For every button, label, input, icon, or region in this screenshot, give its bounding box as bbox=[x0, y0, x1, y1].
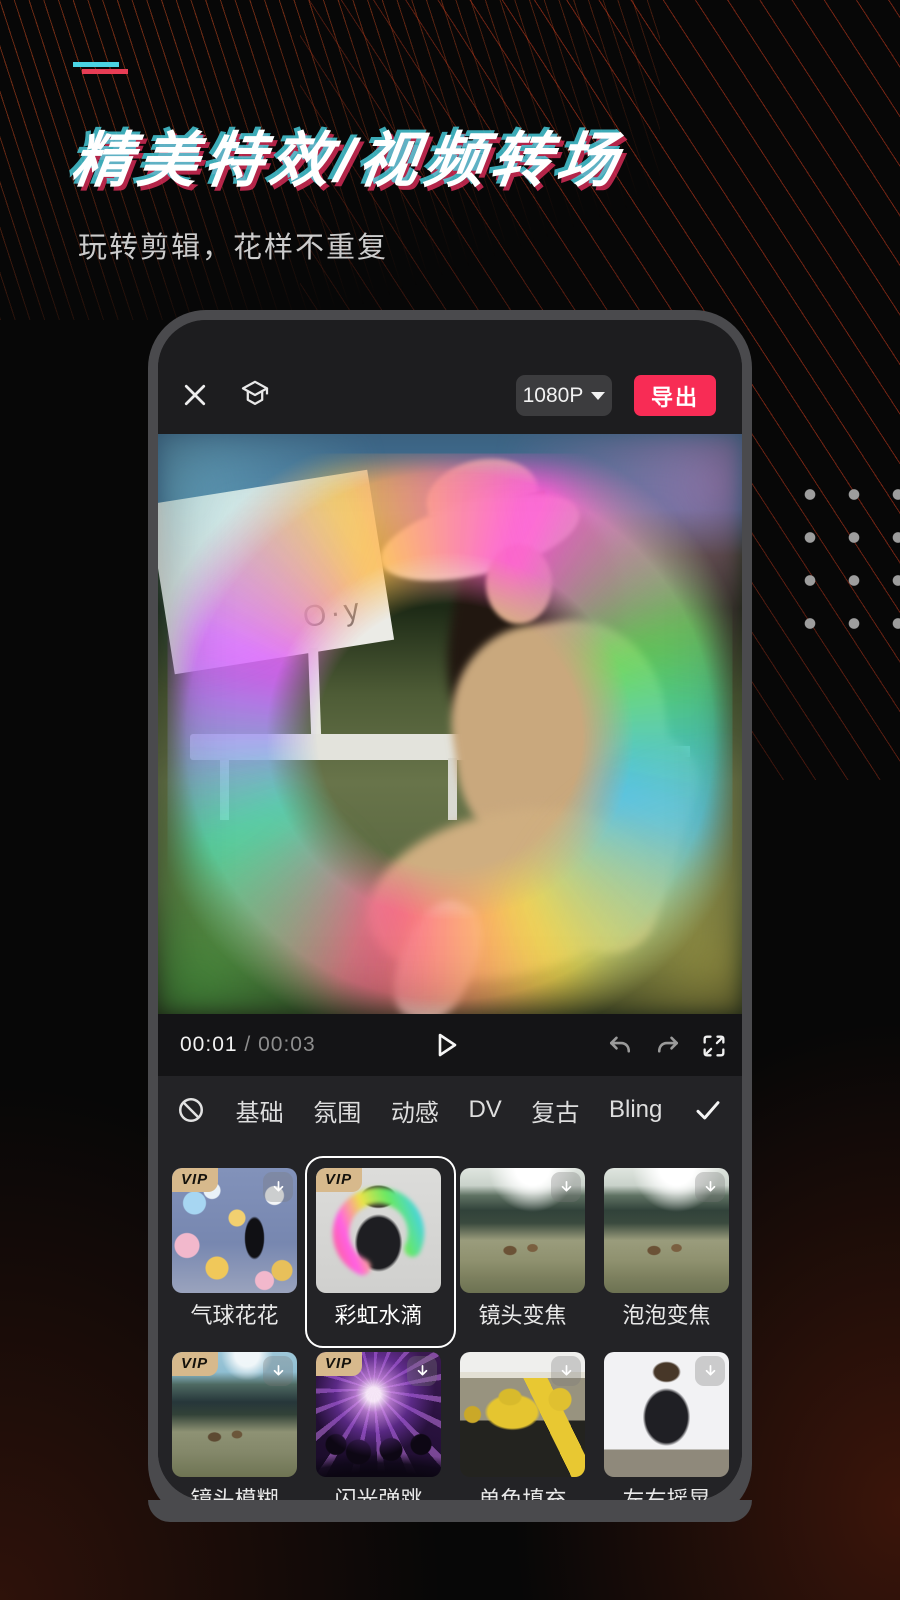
download-button[interactable] bbox=[551, 1172, 581, 1202]
close-icon bbox=[180, 380, 210, 410]
download-icon bbox=[558, 1363, 575, 1380]
playback-bar: 00:01 / 00:03 bbox=[158, 1014, 742, 1076]
effect-name: 镜头变焦 bbox=[460, 1302, 585, 1330]
time-separator: / bbox=[244, 1033, 251, 1056]
dot-grid-decor bbox=[788, 473, 900, 645]
effect-name: 泡泡变焦 bbox=[604, 1302, 729, 1330]
download-button[interactable] bbox=[407, 1356, 437, 1386]
vip-badge: VIP bbox=[172, 1352, 218, 1376]
tab-atmosphere[interactable]: 氛围 bbox=[313, 1093, 361, 1128]
download-icon bbox=[414, 1363, 431, 1380]
current-time: 00:01 bbox=[180, 1033, 238, 1056]
download-button[interactable] bbox=[263, 1356, 293, 1386]
phone-bottom-bezel bbox=[148, 1500, 752, 1522]
tab-retro[interactable]: 复古 bbox=[531, 1093, 579, 1128]
effect-name-selected: 彩虹水滴 bbox=[316, 1302, 441, 1330]
effect-thumb-lens-blur[interactable]: VIP bbox=[172, 1352, 297, 1477]
vip-badge: VIP bbox=[172, 1168, 218, 1192]
effect-name: 气球花花 bbox=[172, 1302, 297, 1330]
effect-thumb-mono-fill[interactable] bbox=[460, 1352, 585, 1477]
effect-thumb-flash-bounce[interactable]: VIP bbox=[316, 1352, 441, 1477]
download-icon bbox=[702, 1363, 719, 1380]
tab-bling[interactable]: Bling bbox=[609, 1096, 662, 1124]
glitch-dash-decor bbox=[73, 62, 129, 78]
editor-topbar: 1080P 导出 bbox=[158, 320, 742, 434]
no-effect-button[interactable] bbox=[176, 1095, 206, 1125]
vip-badge: VIP bbox=[316, 1168, 362, 1192]
resolution-dropdown[interactable]: 1080P bbox=[516, 375, 612, 416]
duration: 00:03 bbox=[258, 1033, 316, 1056]
download-button[interactable] bbox=[695, 1172, 725, 1202]
download-button[interactable] bbox=[263, 1172, 293, 1202]
time-display: 00:01 / 00:03 bbox=[180, 1033, 316, 1057]
promo-page: { "hero": { "title": "精美特效/视频转场", "subti… bbox=[0, 0, 900, 1600]
undo-button[interactable] bbox=[604, 1030, 636, 1062]
fullscreen-icon bbox=[700, 1032, 728, 1060]
download-icon bbox=[558, 1179, 575, 1196]
tutorial-button[interactable] bbox=[234, 374, 276, 416]
box-icon bbox=[237, 377, 273, 413]
download-icon bbox=[270, 1363, 287, 1380]
tab-basic[interactable]: 基础 bbox=[236, 1093, 284, 1128]
resolution-value: 1080P bbox=[523, 384, 584, 408]
fullscreen-button[interactable] bbox=[698, 1030, 730, 1062]
check-icon bbox=[692, 1094, 724, 1126]
effect-thumb-balloon[interactable]: VIP bbox=[172, 1168, 297, 1293]
effect-thumb-sway[interactable] bbox=[604, 1352, 729, 1477]
export-button[interactable]: 导出 bbox=[634, 375, 716, 416]
download-icon bbox=[270, 1179, 287, 1196]
play-button[interactable] bbox=[426, 1026, 464, 1064]
play-icon bbox=[427, 1027, 463, 1063]
download-icon bbox=[702, 1179, 719, 1196]
export-label: 导出 bbox=[651, 380, 699, 412]
page-subtitle: 玩转剪辑，花样不重复 bbox=[78, 224, 388, 266]
tab-dv[interactable]: DV bbox=[468, 1096, 501, 1124]
redo-icon bbox=[654, 1032, 682, 1060]
caret-down-icon bbox=[591, 392, 605, 400]
effect-thumb-lens-zoom[interactable] bbox=[460, 1168, 585, 1293]
vip-badge: VIP bbox=[316, 1352, 362, 1376]
redo-button[interactable] bbox=[652, 1030, 684, 1062]
tab-dynamic[interactable]: 动感 bbox=[391, 1093, 439, 1128]
page-title: 精美特效/视频转场 bbox=[67, 128, 816, 194]
video-preview[interactable]: O·y bbox=[158, 434, 742, 1014]
confirm-button[interactable] bbox=[692, 1094, 724, 1126]
vignette-overlay bbox=[158, 434, 742, 1014]
effect-thumb-bubble-zoom[interactable] bbox=[604, 1168, 729, 1293]
close-button[interactable] bbox=[176, 376, 214, 414]
download-button[interactable] bbox=[695, 1356, 725, 1386]
effect-category-tabs: 基础 氛围 动感 DV 复古 Bling bbox=[176, 1084, 724, 1136]
effect-thumb-rainbow-drop-selected[interactable]: VIP bbox=[316, 1168, 441, 1293]
undo-icon bbox=[606, 1032, 634, 1060]
download-button[interactable] bbox=[551, 1356, 581, 1386]
block-icon bbox=[176, 1095, 206, 1125]
